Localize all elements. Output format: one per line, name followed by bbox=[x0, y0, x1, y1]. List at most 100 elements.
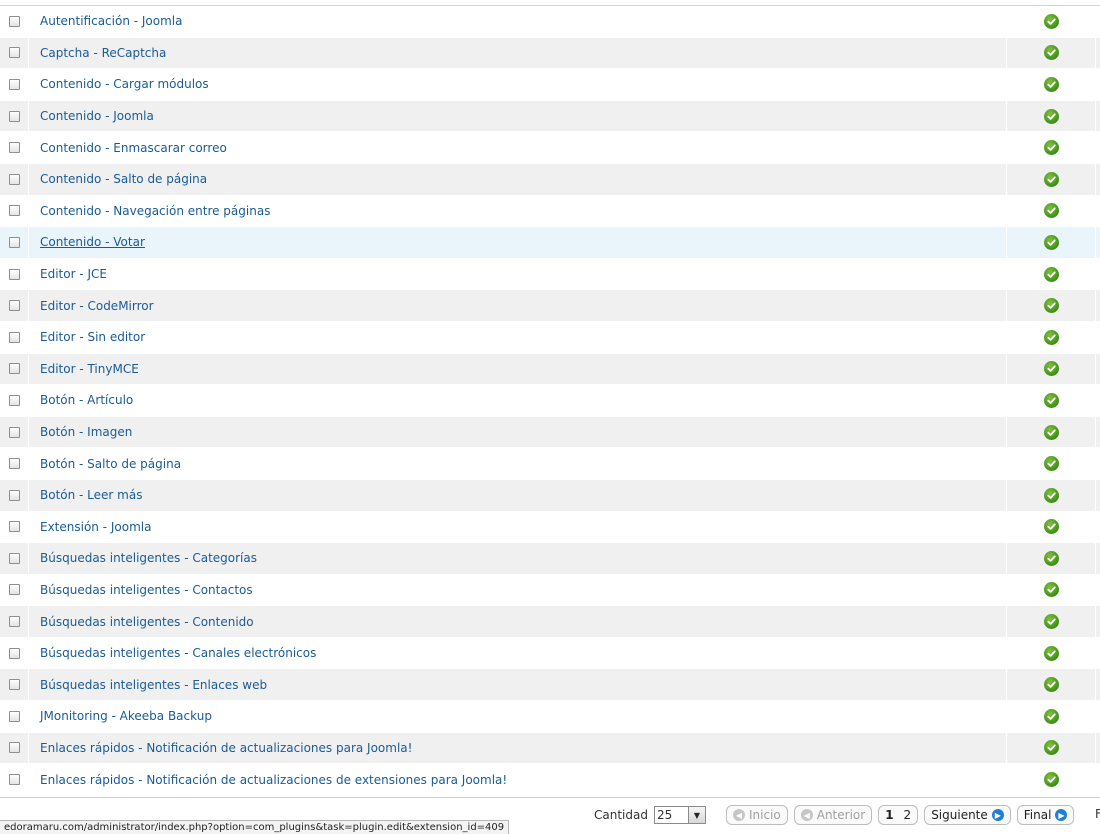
check-circle-icon[interactable] bbox=[1043, 266, 1059, 282]
row-trailing-cell bbox=[1096, 322, 1100, 353]
check-circle-icon[interactable] bbox=[1043, 424, 1059, 440]
plugin-name-cell: Enlaces rápidos - Notificación de actual… bbox=[29, 732, 1007, 764]
pagination-start-button[interactable]: ◀ Inicio bbox=[725, 805, 788, 825]
check-circle-icon[interactable] bbox=[1043, 487, 1059, 503]
check-circle-icon[interactable] bbox=[1043, 361, 1059, 377]
check-circle-icon[interactable] bbox=[1043, 614, 1059, 630]
row-select-cell bbox=[0, 669, 29, 701]
plugin-name-link[interactable]: Autentificación - Joomla bbox=[40, 14, 183, 28]
plugin-name-link[interactable]: Búsquedas inteligentes - Categorías bbox=[40, 551, 257, 565]
check-circle-icon[interactable] bbox=[1043, 456, 1059, 472]
check-circle-icon[interactable] bbox=[1043, 298, 1059, 314]
check-circle-icon[interactable] bbox=[1043, 329, 1059, 345]
plugin-name-link[interactable]: Editor - TinyMCE bbox=[40, 362, 139, 376]
check-circle-icon[interactable] bbox=[1043, 519, 1059, 535]
plugin-name-cell: Botón - Salto de página bbox=[29, 448, 1007, 479]
row-checkbox[interactable] bbox=[8, 110, 20, 122]
plugin-name-link[interactable]: JMonitoring - Akeeba Backup bbox=[40, 709, 212, 723]
row-checkbox[interactable] bbox=[8, 236, 20, 248]
plugin-name-link[interactable]: Contenido - Navegación entre páginas bbox=[40, 204, 270, 218]
plugin-name-link[interactable]: Botón - Artículo bbox=[40, 393, 133, 407]
check-circle-icon[interactable] bbox=[1043, 392, 1059, 408]
check-circle-icon[interactable] bbox=[1043, 45, 1059, 61]
plugin-name-link[interactable]: Búsquedas inteligentes - Contactos bbox=[40, 583, 253, 597]
plugin-name-link[interactable]: Editor - JCE bbox=[40, 267, 107, 281]
row-checkbox[interactable] bbox=[8, 205, 20, 217]
row-checkbox[interactable] bbox=[8, 15, 20, 27]
table-row: Contenido - Votar bbox=[0, 227, 1100, 259]
check-circle-icon[interactable] bbox=[1043, 203, 1059, 219]
plugin-name-link[interactable]: Contenido - Cargar módulos bbox=[40, 77, 209, 91]
plugin-name-link[interactable]: Contenido - Votar bbox=[40, 235, 145, 249]
plugin-name-link[interactable]: Botón - Salto de página bbox=[40, 457, 181, 471]
limit-value: 25 bbox=[656, 808, 673, 822]
plugin-name-link[interactable]: Contenido - Salto de página bbox=[40, 172, 207, 186]
row-checkbox[interactable] bbox=[8, 331, 20, 343]
plugin-name-link[interactable]: Enlaces rápidos - Notificación de actual… bbox=[40, 741, 412, 755]
page-number-link[interactable]: 2 bbox=[904, 808, 912, 822]
row-checkbox[interactable] bbox=[8, 552, 20, 564]
row-checkbox[interactable] bbox=[8, 142, 20, 154]
row-checkbox[interactable] bbox=[8, 47, 20, 59]
check-circle-icon[interactable] bbox=[1043, 234, 1059, 250]
row-checkbox[interactable] bbox=[8, 647, 20, 659]
check-circle-icon[interactable] bbox=[1043, 740, 1059, 756]
pagination-prev-button[interactable]: ◀ Anterior bbox=[793, 805, 873, 825]
pagination-end-button[interactable]: Final ▶ bbox=[1016, 805, 1075, 825]
row-checkbox[interactable] bbox=[8, 710, 20, 722]
row-checkbox[interactable] bbox=[8, 78, 20, 90]
pagination-prev-label: Anterior bbox=[816, 808, 866, 822]
row-checkbox[interactable] bbox=[8, 268, 20, 280]
row-checkbox[interactable] bbox=[8, 774, 20, 786]
row-trailing-cell bbox=[1096, 417, 1100, 448]
row-checkbox[interactable] bbox=[8, 458, 20, 470]
plugin-name-link[interactable]: Búsquedas inteligentes - Contenido bbox=[40, 615, 254, 629]
row-checkbox[interactable] bbox=[8, 300, 20, 312]
check-circle-icon[interactable] bbox=[1043, 108, 1059, 124]
row-checkbox[interactable] bbox=[8, 521, 20, 533]
plugin-name-cell: JMonitoring - Akeeba Backup bbox=[29, 701, 1007, 732]
chevron-down-icon[interactable]: ▼ bbox=[687, 807, 705, 823]
table-row: JMonitoring - Akeeba Backup bbox=[0, 701, 1100, 733]
plugin-name-link[interactable]: Contenido - Joomla bbox=[40, 109, 154, 123]
plugin-status-cell bbox=[1007, 6, 1096, 37]
check-circle-icon[interactable] bbox=[1043, 13, 1059, 29]
plugin-name-link[interactable]: Contenido - Enmascarar correo bbox=[40, 141, 227, 155]
plugin-name-link[interactable]: Enlaces rápidos - Notificación de actual… bbox=[40, 773, 507, 787]
row-trailing-cell bbox=[1096, 385, 1100, 416]
plugin-name-cell: Editor - JCE bbox=[29, 258, 1007, 290]
plugin-name-link[interactable]: Búsquedas inteligentes - Canales electró… bbox=[40, 646, 316, 660]
row-select-cell bbox=[0, 448, 29, 479]
plugin-name-link[interactable]: Botón - Leer más bbox=[40, 488, 142, 502]
row-checkbox[interactable] bbox=[8, 363, 20, 375]
limit-label: Cantidad bbox=[594, 808, 648, 822]
check-circle-icon[interactable] bbox=[1043, 140, 1059, 156]
row-checkbox[interactable] bbox=[8, 394, 20, 406]
limit-select[interactable]: 25 ▼ bbox=[653, 806, 706, 824]
row-checkbox[interactable] bbox=[8, 742, 20, 754]
plugin-name-link[interactable]: Búsquedas inteligentes - Enlaces web bbox=[40, 678, 267, 692]
row-checkbox[interactable] bbox=[8, 584, 20, 596]
check-circle-icon[interactable] bbox=[1043, 171, 1059, 187]
plugin-name-link[interactable]: Captcha - ReCaptcha bbox=[40, 46, 166, 60]
check-circle-icon[interactable] bbox=[1043, 772, 1059, 788]
row-checkbox[interactable] bbox=[8, 426, 20, 438]
check-circle-icon[interactable] bbox=[1043, 550, 1059, 566]
check-circle-icon[interactable] bbox=[1043, 677, 1059, 693]
plugin-name-link[interactable]: Extensión - Joomla bbox=[40, 520, 151, 534]
plugin-status-cell bbox=[1007, 37, 1096, 69]
row-checkbox[interactable] bbox=[8, 679, 20, 691]
pagination-next-button[interactable]: Siguiente ▶ bbox=[924, 805, 1011, 825]
check-circle-icon[interactable] bbox=[1043, 708, 1059, 724]
row-checkbox[interactable] bbox=[8, 173, 20, 185]
table-row: Búsquedas inteligentes - Canales electró… bbox=[0, 637, 1100, 670]
check-circle-icon[interactable] bbox=[1043, 645, 1059, 661]
plugin-name-link[interactable]: Botón - Imagen bbox=[40, 425, 132, 439]
check-circle-icon[interactable] bbox=[1043, 582, 1059, 598]
plugin-name-cell: Editor - TinyMCE bbox=[29, 353, 1007, 385]
plugin-name-link[interactable]: Editor - Sin editor bbox=[40, 330, 145, 344]
plugin-name-link[interactable]: Editor - CodeMirror bbox=[40, 299, 154, 313]
row-checkbox[interactable] bbox=[8, 489, 20, 501]
row-checkbox[interactable] bbox=[8, 616, 20, 628]
check-circle-icon[interactable] bbox=[1043, 76, 1059, 92]
